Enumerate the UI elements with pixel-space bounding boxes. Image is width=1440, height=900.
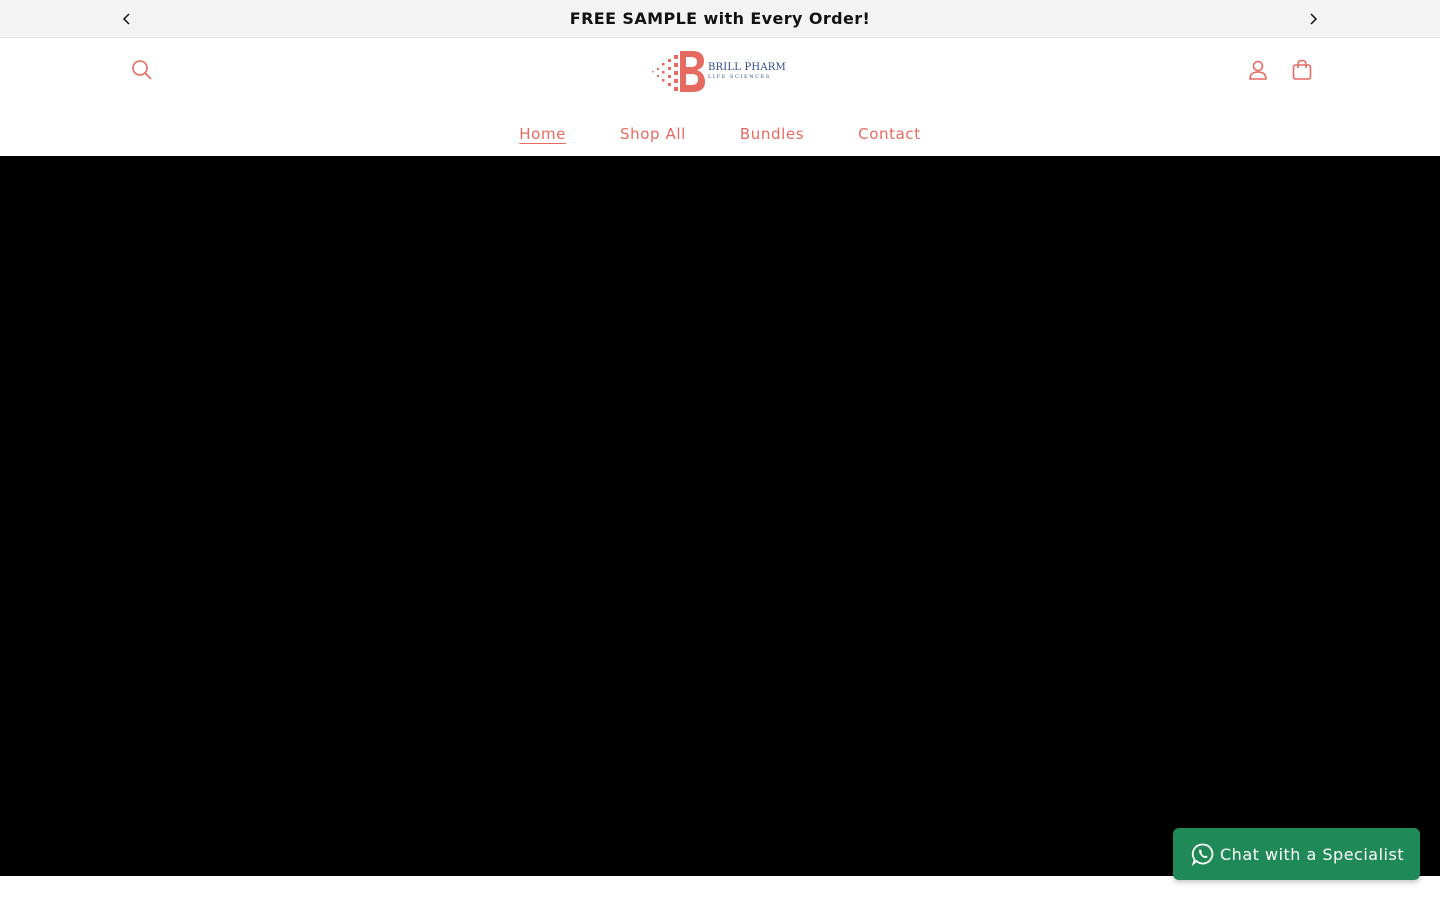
account-icon	[1249, 60, 1267, 80]
announcement-text: FREE SAMPLE with Every Order!	[569, 9, 871, 28]
logo-tagline: LIFE SCIENCES	[708, 73, 771, 80]
site-header: BRILL PHARM LIFE SCIENCES Home Shop All …	[0, 39, 1440, 156]
logo-name: BRILL PHARM	[708, 61, 786, 73]
chat-specialist-label: Chat with a Specialist	[1220, 844, 1405, 864]
logo-mark-icon	[652, 51, 705, 92]
nav-item-home[interactable]: Home	[492, 121, 593, 147]
logo-wordmark: BRILL PHARM LIFE SCIENCES	[708, 62, 786, 81]
whatsapp-icon	[1191, 843, 1214, 866]
chevron-left-icon	[122, 13, 130, 25]
nav-item-bundles[interactable]: Bundles	[713, 121, 831, 147]
cart-icon	[1292, 59, 1312, 80]
nav-item-contact[interactable]: Contact	[831, 121, 948, 147]
account-button[interactable]	[1238, 50, 1278, 90]
main-navigation: Home Shop All Bundles Contact	[0, 121, 1440, 147]
chevron-right-icon	[1310, 13, 1318, 25]
brand-logo[interactable]: BRILL PHARM LIFE SCIENCES	[650, 47, 786, 95]
cart-button[interactable]	[1282, 50, 1322, 90]
announcement-prev-button[interactable]	[115, 7, 139, 31]
search-button[interactable]	[122, 50, 162, 90]
chat-specialist-button[interactable]: Chat with a Specialist	[1173, 828, 1420, 880]
hero-video[interactable]	[0, 156, 1440, 876]
announcement-bar: FREE SAMPLE with Every Order!	[0, 0, 1440, 38]
search-icon	[132, 60, 152, 80]
nav-item-shop-all[interactable]: Shop All	[593, 121, 713, 147]
announcement-next-button[interactable]	[1301, 7, 1325, 31]
